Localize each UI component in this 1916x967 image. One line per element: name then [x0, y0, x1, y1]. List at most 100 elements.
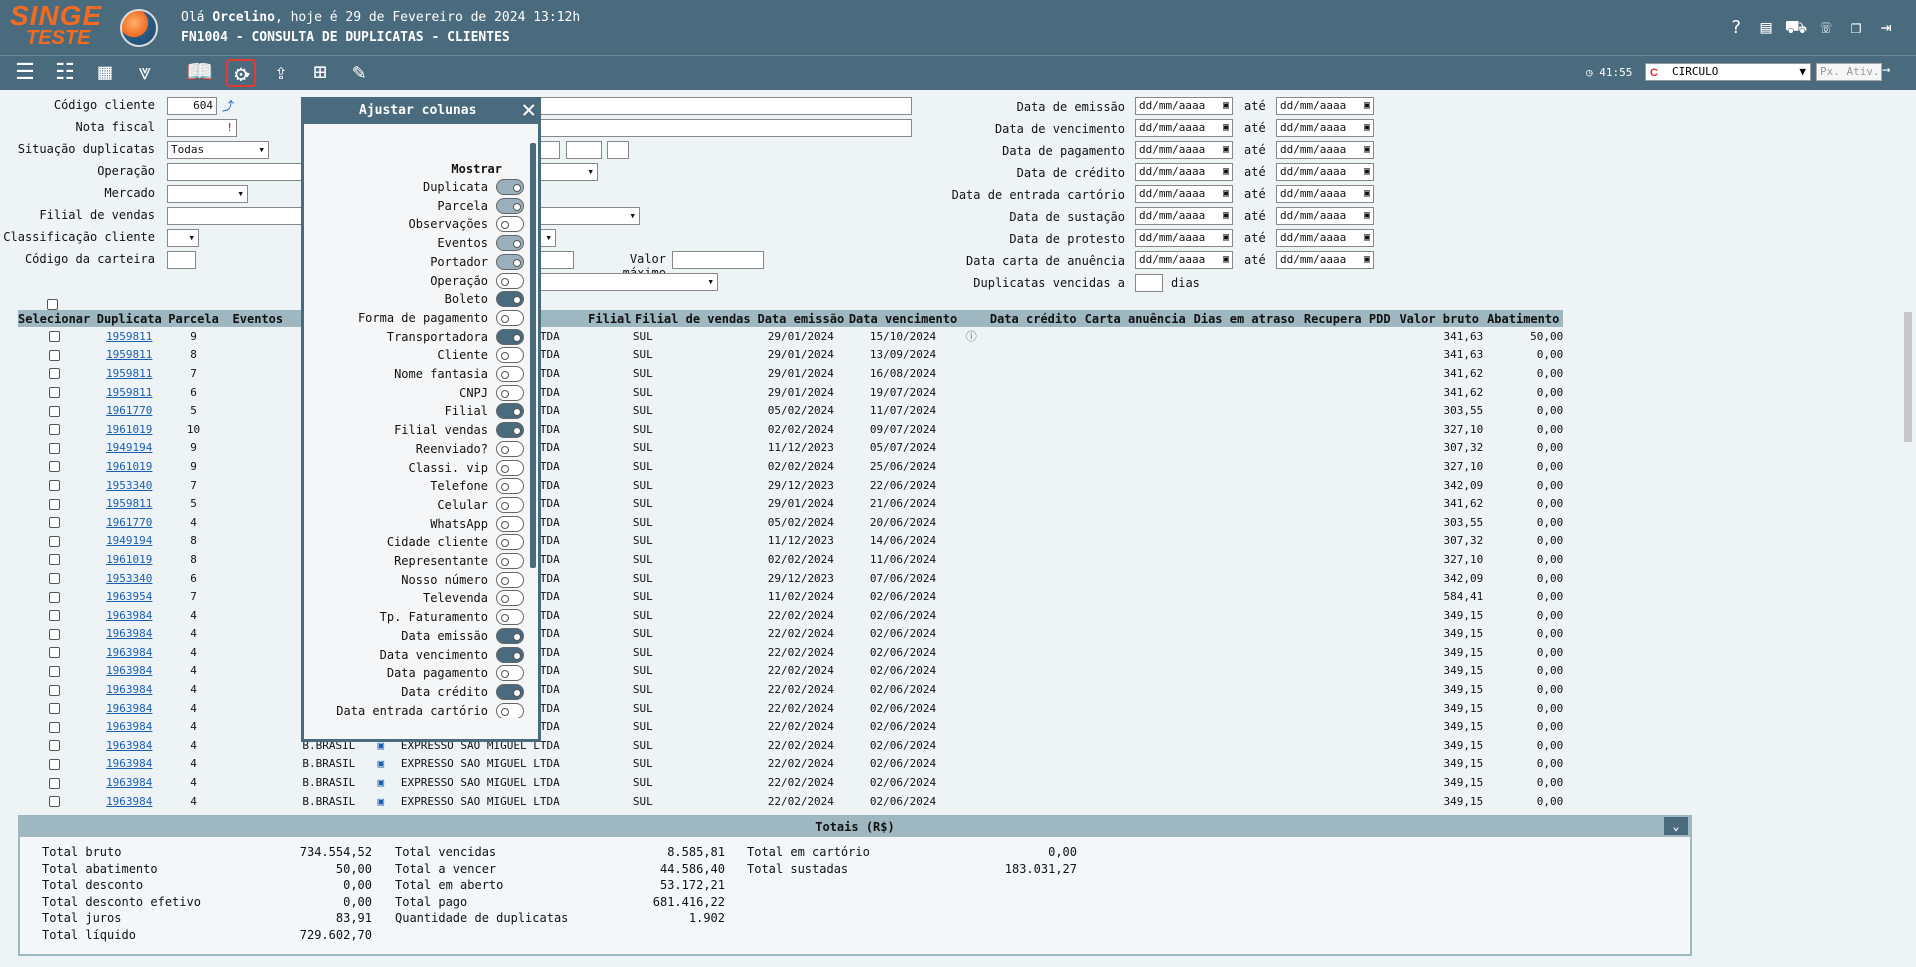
- column-toggle-switch[interactable]: [496, 515, 524, 532]
- situacao-extra1[interactable]: [540, 141, 560, 159]
- date-from-input[interactable]: dd/mm/aaaa ▣: [1135, 163, 1233, 181]
- row-checkbox[interactable]: [18, 383, 90, 402]
- column-toggle-row[interactable]: Reenviado?: [416, 440, 524, 458]
- column-toggle-switch[interactable]: [496, 646, 524, 663]
- row-checkbox[interactable]: [18, 587, 90, 606]
- table-row[interactable]: 1963984 4 EXPRESSO SAO MIGUEL LTDA SUL 2…: [18, 643, 1563, 662]
- table-row[interactable]: 1963984 4 EXPRESSO SAO MIGUEL LTDA SUL 2…: [18, 699, 1563, 718]
- spreadsheet-icon[interactable]: ⊞: [305, 59, 335, 87]
- column-toggle-switch[interactable]: [496, 347, 524, 364]
- column-toggle-row[interactable]: Duplicata: [423, 178, 524, 196]
- duplicata-link[interactable]: 1949194: [106, 534, 152, 547]
- table-row[interactable]: 1959811 5 EXPRESSO SAO MIGUEL LTDA SUL 2…: [18, 494, 1563, 513]
- duplicata-link[interactable]: 1949194: [106, 441, 152, 454]
- row-checkbox[interactable]: [18, 773, 90, 792]
- table-row[interactable]: 1963984 4 B.BRASIL ▣ EXPRESSO SAO MIGUEL…: [18, 736, 1563, 755]
- list-icon[interactable]: ☰: [10, 59, 40, 87]
- classificacao-extra-select[interactable]: [540, 229, 556, 247]
- vencidas-dias-input[interactable]: [1135, 274, 1163, 292]
- column-toggle-switch[interactable]: [496, 253, 524, 270]
- column-toggle-row[interactable]: Filial vendas: [394, 421, 524, 439]
- column-toggle-switch[interactable]: [496, 702, 524, 718]
- column-toggle-row[interactable]: Classi. vip: [409, 459, 524, 477]
- logout-icon[interactable]: ⇥: [1874, 16, 1898, 40]
- duplicata-link[interactable]: 1963984: [106, 664, 152, 677]
- go-arrow-icon[interactable]: →: [1882, 62, 1890, 78]
- column-toggle-switch[interactable]: [496, 384, 524, 401]
- column-header[interactable]: Filial de vendas: [632, 310, 753, 327]
- row-checkbox[interactable]: [18, 680, 90, 699]
- select-all-checkbox[interactable]: [47, 297, 58, 311]
- row-checkbox[interactable]: [18, 420, 90, 439]
- classificacao-select[interactable]: [167, 229, 199, 247]
- search-client-icon[interactable]: ⤴: [222, 97, 234, 114]
- duplicata-link[interactable]: 1963984: [106, 609, 152, 622]
- column-toggle-row[interactable]: Televenda: [423, 589, 524, 607]
- px-ativ-input[interactable]: Px. Ativ.: [1816, 63, 1882, 81]
- table-row[interactable]: 1963984 4 EXPRESSO SAO MIGUEL LTDA SUL 2…: [18, 606, 1563, 625]
- row-checkbox[interactable]: [18, 792, 90, 811]
- row-checkbox[interactable]: [18, 717, 90, 736]
- column-toggle-row[interactable]: Transportadora: [387, 328, 524, 346]
- carteira-input[interactable]: [167, 251, 196, 269]
- row-checkbox[interactable]: [18, 439, 90, 458]
- column-toggle-row[interactable]: Operação: [430, 272, 524, 290]
- table-row[interactable]: 1963984 4 B.BRASIL ▣ EXPRESSO SAO MIGUEL…: [18, 773, 1563, 792]
- column-toggle-switch[interactable]: [496, 590, 524, 607]
- duplicata-link[interactable]: 1963984: [106, 720, 152, 733]
- column-toggle-switch[interactable]: [496, 534, 524, 551]
- column-header[interactable]: Dias em atraso: [1189, 310, 1300, 327]
- date-from-input[interactable]: dd/mm/aaaa ▣: [1135, 141, 1233, 159]
- column-toggle-switch[interactable]: [496, 422, 524, 439]
- operacao-select[interactable]: [540, 163, 598, 181]
- report-icon[interactable]: ▤: [1754, 16, 1778, 40]
- column-toggle-switch[interactable]: [496, 328, 524, 345]
- valor-maximo-input[interactable]: [672, 251, 764, 269]
- table-row[interactable]: 1949194 9 EXPRESSO SAO MIGUEL LTDA SUL 1…: [18, 439, 1563, 458]
- column-toggle-switch[interactable]: [496, 216, 524, 233]
- column-toggle-row[interactable]: Tp. Faturamento: [380, 608, 524, 626]
- row-checkbox[interactable]: [18, 476, 90, 495]
- column-toggle-row[interactable]: Celular: [437, 496, 524, 514]
- filial-input[interactable]: [167, 207, 303, 225]
- duplicata-link[interactable]: 1961019: [106, 553, 152, 566]
- collapse-chevron-icon[interactable]: ⌄: [1664, 817, 1688, 835]
- duplicata-link[interactable]: 1959811: [106, 330, 152, 343]
- operacao-input[interactable]: [167, 163, 303, 181]
- duplicata-link[interactable]: 1961019: [106, 423, 152, 436]
- situacao-extra3[interactable]: [607, 141, 629, 159]
- column-header[interactable]: [957, 310, 986, 327]
- table-row[interactable]: 1961019 10 EXPRESSO SAO MIGUEL LTDA SUL …: [18, 420, 1563, 439]
- column-toggle-switch[interactable]: [496, 609, 524, 626]
- column-toggle-row[interactable]: Filial: [445, 402, 524, 420]
- nota-fiscal-input[interactable]: !: [167, 119, 237, 137]
- table-row[interactable]: 1953340 7 EXPRESSO SAO MIGUEL LTDA SUL 2…: [18, 476, 1563, 495]
- situacao-select[interactable]: Todas: [167, 141, 269, 159]
- grid-scrollbar[interactable]: [1902, 298, 1914, 813]
- table-row[interactable]: 1961770 5 EXPRESSO SAO MIGUEL LTDA SUL 0…: [18, 401, 1563, 420]
- table-row[interactable]: 1963984 4 EXPRESSO SAO MIGUEL LTDA SUL 2…: [18, 662, 1563, 681]
- date-to-input[interactable]: dd/mm/aaaa ▣: [1276, 97, 1374, 115]
- row-checkbox[interactable]: [18, 569, 90, 588]
- table-row[interactable]: 1959811 7 EXPRESSO SAO MIGUEL LTDA SUL 2…: [18, 364, 1563, 383]
- mercado-select[interactable]: [167, 185, 248, 203]
- duplicata-link[interactable]: 1963984: [106, 702, 152, 715]
- company-select[interactable]: C CIRCULO ▼: [1645, 63, 1811, 81]
- export-icon[interactable]: ⇪: [266, 59, 296, 87]
- column-toggle-row[interactable]: WhatsApp: [430, 515, 524, 533]
- column-toggle-switch[interactable]: [496, 665, 524, 682]
- checklist-icon[interactable]: ☷: [50, 59, 80, 87]
- column-header[interactable]: Duplicata: [90, 310, 169, 327]
- column-toggle-switch[interactable]: [496, 366, 524, 382]
- table-row[interactable]: 1963984 4 B.BRASIL ▣ EXPRESSO SAO MIGUEL…: [18, 792, 1563, 811]
- row-checkbox[interactable]: [18, 755, 90, 774]
- edit-doc-icon[interactable]: ✎: [344, 59, 374, 87]
- table-row[interactable]: 1953340 6 EXPRESSO SAO MIGUEL LTDA SUL 2…: [18, 569, 1563, 588]
- column-toggle-switch[interactable]: [496, 553, 524, 569]
- nota-fiscal-extra-input[interactable]: [540, 119, 912, 137]
- date-from-input[interactable]: dd/mm/aaaa ▣: [1135, 119, 1233, 137]
- duplicata-link[interactable]: 1961770: [106, 516, 152, 529]
- column-toggle-row[interactable]: Forma de pagamento: [358, 309, 524, 327]
- column-header[interactable]: Valor bruto: [1395, 310, 1484, 327]
- table-row[interactable]: 1963954 7 EXPRESSO SAO MIGUEL LTDA SUL 1…: [18, 587, 1563, 606]
